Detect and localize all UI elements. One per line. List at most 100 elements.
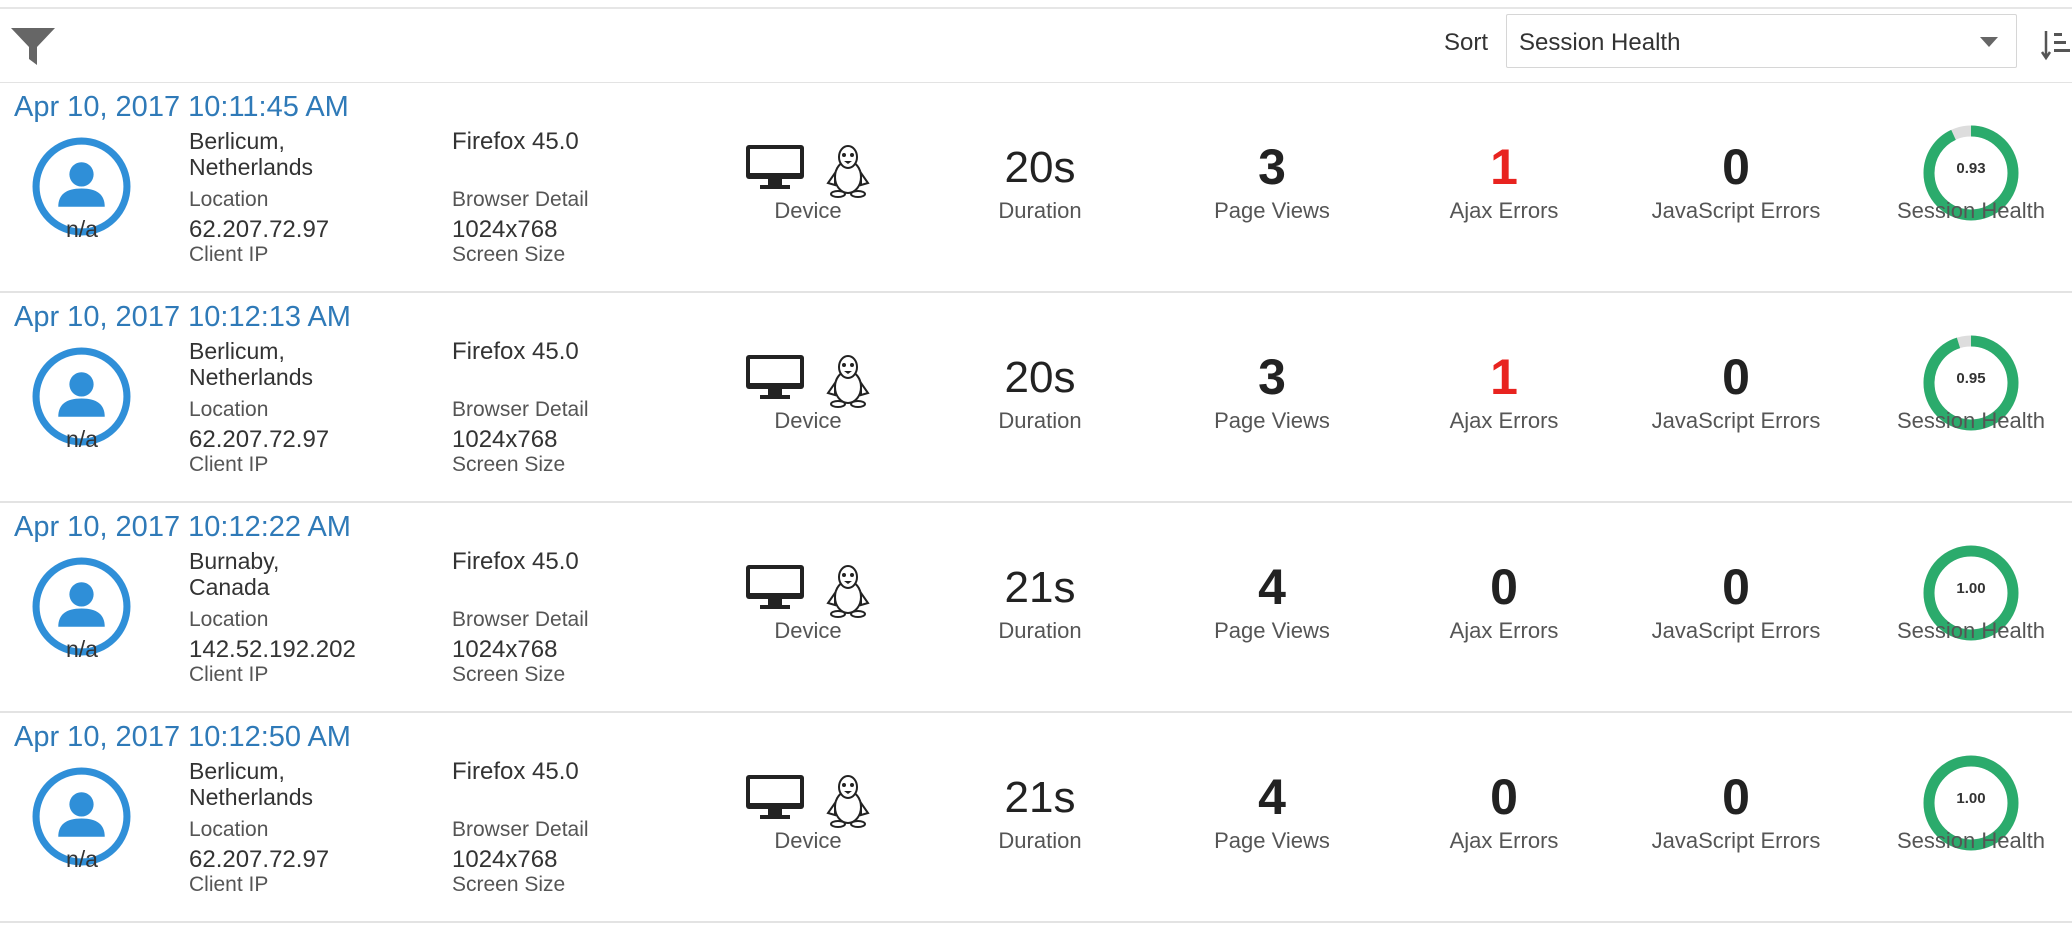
device-caption: Device xyxy=(774,618,842,643)
browser-value: Firefox 45.0 xyxy=(452,128,579,155)
client-ip-value: 62.207.72.97 xyxy=(189,216,330,243)
screen-size-value: 1024x768 xyxy=(452,426,558,453)
desktop-icon xyxy=(746,355,804,399)
page-views-value: 4 xyxy=(1258,559,1286,615)
javascript-errors-value: 0 xyxy=(1722,559,1750,615)
duration-value: 20s xyxy=(1004,143,1076,192)
location-caption: Location xyxy=(189,188,269,211)
browser-detail-caption: Browser Detail xyxy=(452,608,589,631)
screen-size-caption: Screen Size xyxy=(452,873,566,896)
browser-value: Firefox 45.0 xyxy=(452,758,579,785)
session-row[interactable]: Apr 10, 2017 10:12:13 AM n/a Berlicum, N… xyxy=(0,293,2072,503)
client-ip-value: 62.207.72.97 xyxy=(189,426,330,453)
client-ip-caption: Client IP xyxy=(189,453,269,476)
user-name: n/a xyxy=(66,846,98,872)
location-city: Burnaby, xyxy=(189,548,280,574)
location-value: Berlicum, Netherlands xyxy=(189,338,313,390)
location-value: Berlicum, Netherlands xyxy=(189,128,313,180)
location-caption: Location xyxy=(189,608,269,631)
location-caption: Location xyxy=(189,818,269,841)
location-value: Berlicum, Netherlands xyxy=(189,758,313,810)
location-country: Netherlands xyxy=(189,364,314,390)
screen-size-value: 1024x768 xyxy=(452,216,558,243)
page-views-caption: Page Views xyxy=(1214,198,1330,223)
duration-value: 21s xyxy=(1004,773,1076,822)
location-city: Berlicum, xyxy=(189,128,285,154)
session-timestamp-link[interactable]: Apr 10, 2017 10:12:50 AM xyxy=(14,721,351,754)
ajax-errors-value: 1 xyxy=(1490,349,1518,405)
location-country: Netherlands xyxy=(189,784,314,810)
duration-caption: Duration xyxy=(998,828,1082,853)
browser-value: Firefox 45.0 xyxy=(452,338,579,365)
client-ip-caption: Client IP xyxy=(189,873,269,896)
javascript-errors-value: 0 xyxy=(1722,769,1750,825)
page-views-caption: Page Views xyxy=(1214,408,1330,433)
duration-caption: Duration xyxy=(998,618,1082,643)
location-city: Berlicum, xyxy=(189,338,285,364)
location-country: Netherlands xyxy=(189,154,314,180)
browser-detail-caption: Browser Detail xyxy=(452,398,589,421)
user-name: n/a xyxy=(66,636,98,662)
client-ip-caption: Client IP xyxy=(189,243,269,266)
screen-size-caption: Screen Size xyxy=(452,453,566,476)
ajax-errors-caption: Ajax Errors xyxy=(1449,408,1559,433)
chevron-down-icon xyxy=(1980,37,1998,47)
location-value: Burnaby, Canada xyxy=(189,548,279,600)
client-ip-caption: Client IP xyxy=(189,663,269,686)
session-health-caption: Session Health xyxy=(1897,408,2045,433)
session-health-caption: Session Health xyxy=(1897,198,2045,223)
linux-icon xyxy=(826,145,870,198)
session-toolbar: Sort Session Health xyxy=(0,7,2072,83)
linux-icon xyxy=(826,565,870,618)
screen-size-value: 1024x768 xyxy=(452,636,558,663)
sort-select-value: Session Health xyxy=(1519,29,1681,56)
session-timestamp-link[interactable]: Apr 10, 2017 10:12:13 AM xyxy=(14,301,351,334)
javascript-errors-caption: JavaScript Errors xyxy=(1651,618,1821,643)
duration-value: 21s xyxy=(1004,563,1076,612)
device-caption: Device xyxy=(774,408,842,433)
ajax-errors-caption: Ajax Errors xyxy=(1449,198,1559,223)
session-health-caption: Session Health xyxy=(1897,828,2045,853)
ajax-errors-value: 0 xyxy=(1490,769,1518,825)
session-row[interactable]: Apr 10, 2017 10:12:22 AM n/a Burnaby, Ca… xyxy=(0,503,2072,713)
linux-icon xyxy=(826,355,870,408)
device-caption: Device xyxy=(774,828,842,853)
duration-caption: Duration xyxy=(998,198,1082,223)
location-caption: Location xyxy=(189,398,269,421)
session-timestamp-link[interactable]: Apr 10, 2017 10:11:45 AM xyxy=(14,91,349,124)
device-icons xyxy=(746,145,870,198)
ajax-errors-caption: Ajax Errors xyxy=(1449,828,1559,853)
session-row[interactable]: Apr 10, 2017 10:11:45 AM n/a Berlicum, N… xyxy=(0,83,2072,293)
session-health-value: 1.00 xyxy=(1956,580,1986,597)
page-views-value: 4 xyxy=(1258,769,1286,825)
javascript-errors-caption: JavaScript Errors xyxy=(1651,828,1821,853)
sort-ascending-icon[interactable] xyxy=(2040,27,2072,63)
user-name: n/a xyxy=(66,426,98,452)
duration-value: 20s xyxy=(1004,353,1076,402)
screen-size-value: 1024x768 xyxy=(452,846,558,873)
duration-caption: Duration xyxy=(998,408,1082,433)
session-health-value: 1.00 xyxy=(1956,790,1986,807)
browser-value: Firefox 45.0 xyxy=(452,548,579,575)
page-views-value: 3 xyxy=(1258,349,1286,405)
device-icons xyxy=(746,775,870,828)
desktop-icon xyxy=(746,145,804,189)
page-views-caption: Page Views xyxy=(1214,618,1330,643)
sort-select[interactable]: Session Health xyxy=(1506,14,2017,68)
page-views-caption: Page Views xyxy=(1214,828,1330,853)
linux-icon xyxy=(826,775,870,828)
screen-size-caption: Screen Size xyxy=(452,663,566,686)
browser-detail-caption: Browser Detail xyxy=(452,818,589,841)
session-health-caption: Session Health xyxy=(1897,618,2045,643)
javascript-errors-caption: JavaScript Errors xyxy=(1651,198,1821,223)
desktop-icon xyxy=(746,775,804,819)
ajax-errors-caption: Ajax Errors xyxy=(1449,618,1559,643)
user-name: n/a xyxy=(66,216,98,242)
session-row[interactable]: Apr 10, 2017 10:12:50 AM n/a Berlicum, N… xyxy=(0,713,2072,923)
ajax-errors-value: 0 xyxy=(1490,559,1518,615)
session-health-value: 0.93 xyxy=(1956,160,1986,177)
filter-funnel-icon[interactable] xyxy=(9,25,57,69)
device-caption: Device xyxy=(774,198,842,223)
screen-size-caption: Screen Size xyxy=(452,243,566,266)
session-timestamp-link[interactable]: Apr 10, 2017 10:12:22 AM xyxy=(14,511,351,544)
